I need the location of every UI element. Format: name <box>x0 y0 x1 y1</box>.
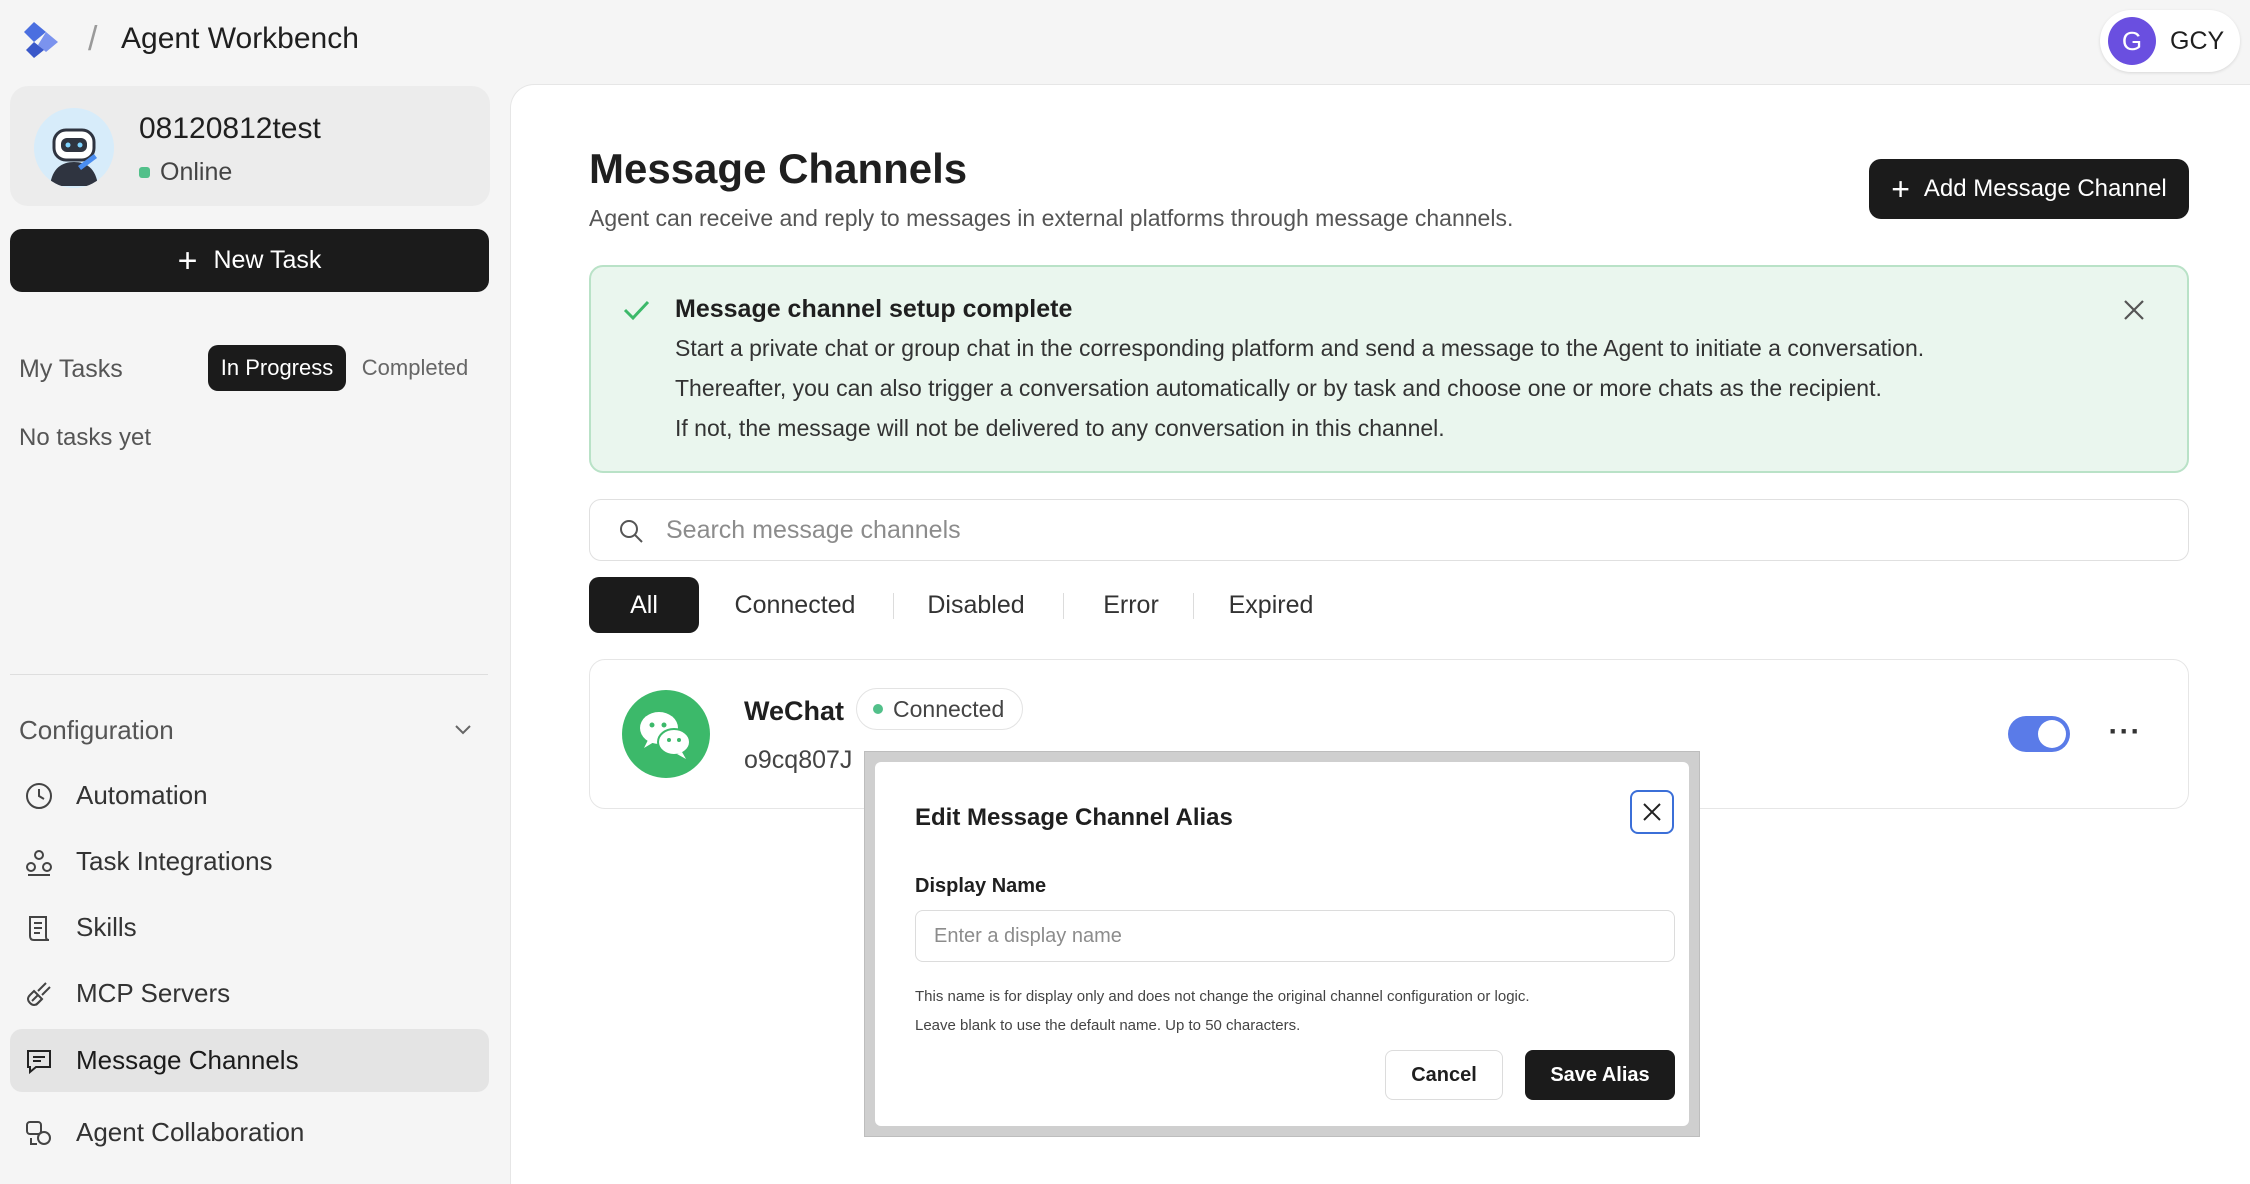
alert-line: If not, the message will not be delivere… <box>675 415 1445 441</box>
filter-all[interactable]: All <box>589 577 699 633</box>
chevron-down-icon[interactable] <box>452 718 474 740</box>
agent-card[interactable]: 08120812test Online <box>10 86 490 206</box>
breadcrumb-separator: / <box>88 20 98 58</box>
close-icon[interactable] <box>2121 297 2147 323</box>
sidebar-item-mcp-servers[interactable]: MCP Servers <box>10 962 489 1025</box>
check-icon <box>623 300 650 321</box>
filter-divider <box>1063 593 1064 619</box>
my-tasks-heading: My Tasks <box>19 355 123 383</box>
channel-id: o9cq807J <box>744 746 853 774</box>
filter-disabled[interactable]: Disabled <box>911 577 1041 633</box>
toggle-knob <box>2038 720 2066 748</box>
sidebar-item-label: Message Channels <box>76 1045 299 1075</box>
agent-status-label: Online <box>160 158 233 186</box>
wechat-icon <box>622 690 710 778</box>
robot-icon <box>34 108 114 188</box>
collaboration-icon <box>22 1116 56 1150</box>
page-title: Message Channels <box>589 145 968 192</box>
integrations-icon <box>22 845 56 879</box>
app-logo-icon[interactable] <box>20 18 64 62</box>
status-badge: Connected <box>856 688 1024 730</box>
sidebar-item-task-integrations[interactable]: Task Integrations <box>10 830 489 893</box>
page-description: Agent can receive and reply to messages … <box>589 205 1514 231</box>
sidebar-item-label: Task Integrations <box>76 846 273 876</box>
app-root: / Agent Workbench G GCY 08120812test Onl… <box>0 0 2250 1184</box>
sidebar-item-message-channels[interactable]: Message Channels <box>10 1029 489 1092</box>
alert-title: Message channel setup complete <box>675 295 1073 323</box>
add-message-channel-label: Add Message Channel <box>1923 175 2167 202</box>
sidebar-item-label: MCP Servers <box>76 978 231 1008</box>
filter-error[interactable]: Error <box>1081 577 1181 633</box>
close-icon <box>1643 803 1661 821</box>
search-box <box>589 499 2189 561</box>
filter-connected[interactable]: Connected <box>715 577 875 633</box>
modal-backdrop: Edit Message Channel Alias Display Name … <box>864 751 1700 1137</box>
add-message-channel-button[interactable]: + Add Message Channel <box>1869 159 2189 219</box>
display-name-input[interactable] <box>915 910 1675 962</box>
dialog-close-button[interactable] <box>1630 790 1674 834</box>
channel-name: WeChat <box>744 696 845 726</box>
sidebar-item-skills[interactable]: Skills <box>10 896 489 959</box>
agent-name: 08120812test <box>139 112 321 145</box>
tab-in-progress[interactable]: In Progress <box>208 345 346 391</box>
top-bar: / Agent Workbench G GCY <box>0 0 2250 82</box>
new-task-button[interactable]: + New Task <box>10 229 489 292</box>
plug-icon <box>22 977 56 1011</box>
clock-icon <box>22 779 56 813</box>
agent-avatar <box>34 108 114 188</box>
plus-icon: + <box>177 241 198 280</box>
success-alert: Message channel setup complete Start a p… <box>589 265 2189 473</box>
cancel-button[interactable]: Cancel <box>1385 1050 1503 1100</box>
hint-text: Leave blank to use the default name. Up … <box>915 1017 1301 1034</box>
search-icon <box>620 520 643 543</box>
configuration-heading[interactable]: Configuration <box>19 715 174 746</box>
sidebar-item-label: Automation <box>76 780 208 810</box>
message-icon <box>22 1044 56 1078</box>
sidebar-item-automation[interactable]: Automation <box>10 764 489 827</box>
agent-status: Online <box>139 158 232 187</box>
alert-line: Thereafter, you can also trigger a conve… <box>675 375 1882 401</box>
channel-enable-toggle[interactable] <box>2008 716 2070 752</box>
app-title: Agent Workbench <box>121 22 359 55</box>
status-dot <box>139 167 150 178</box>
alert-line: Start a private chat or group chat in th… <box>675 335 1925 361</box>
user-avatar: G <box>2108 17 2156 65</box>
edit-alias-dialog: Edit Message Channel Alias Display Name … <box>875 762 1689 1126</box>
user-name: GCY <box>2170 26 2225 55</box>
new-task-label: New Task <box>213 246 322 274</box>
sidebar-item-label: Agent Collaboration <box>76 1117 305 1147</box>
more-options-icon[interactable]: ··· <box>2100 710 2150 754</box>
empty-tasks-text: No tasks yet <box>19 424 152 451</box>
search-input[interactable] <box>666 510 2166 550</box>
filter-divider <box>1193 593 1194 619</box>
scroll-icon <box>22 911 56 945</box>
sidebar-item-agent-collaboration[interactable]: Agent Collaboration <box>10 1101 489 1164</box>
user-menu[interactable]: G GCY <box>2100 10 2240 72</box>
sidebar-divider <box>10 674 488 675</box>
filter-divider <box>893 593 894 619</box>
plus-icon: + <box>1891 171 1910 207</box>
tab-completed[interactable]: Completed <box>352 345 478 391</box>
filter-expired[interactable]: Expired <box>1211 577 1331 633</box>
save-alias-button[interactable]: Save Alias <box>1525 1050 1675 1100</box>
dialog-title: Edit Message Channel Alias <box>915 804 1233 831</box>
display-name-label: Display Name <box>915 875 1047 897</box>
hint-text: This name is for display only and does n… <box>915 988 1530 1005</box>
sidebar-item-label: Skills <box>76 912 137 942</box>
